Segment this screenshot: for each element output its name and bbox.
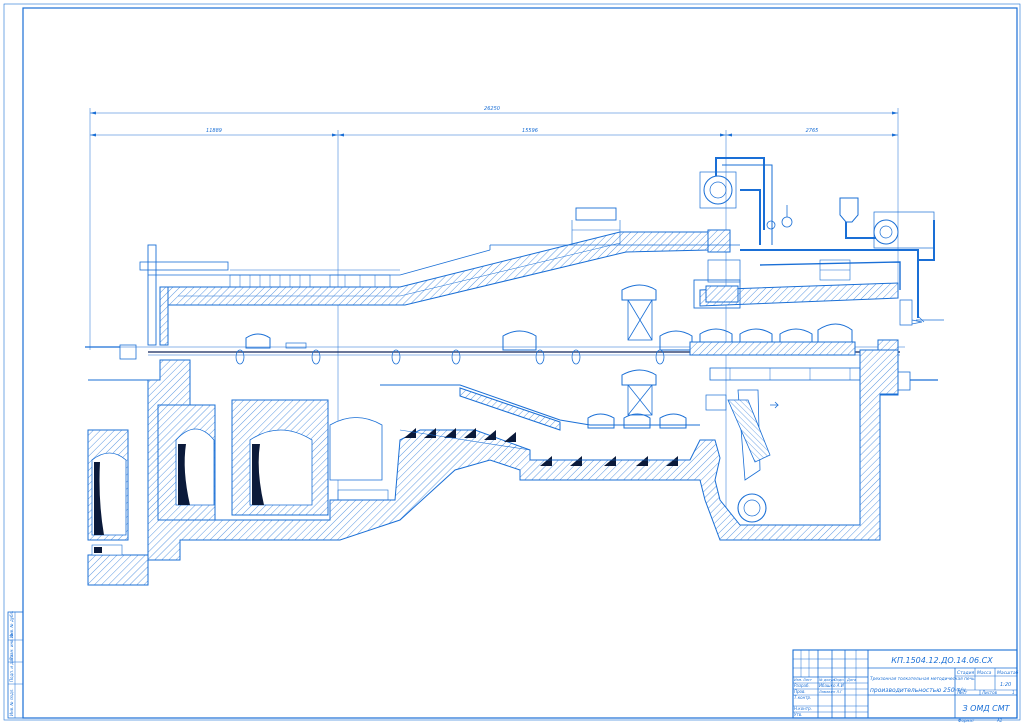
furnace-roof — [148, 229, 899, 346]
sheets-value: 1 — [1012, 690, 1015, 695]
role-2: Т.контр. — [794, 695, 811, 700]
top-grating — [229, 274, 391, 288]
drawing-designation: КП.1504.12.ДО.14.06.СХ — [891, 656, 993, 665]
furnace-drawing: Инв. № подл. Подп. и дата Взам. инв. № И… — [3, 3, 1021, 723]
scale-header: Масштаб — [997, 670, 1019, 676]
dim-section-1: 11889 — [206, 128, 222, 134]
drawing-title-line1: Трехзонная толкательная методическая печ… — [870, 676, 975, 682]
role-3: Н.контр. — [794, 706, 812, 711]
top-structure — [139, 207, 621, 346]
drawing-title-line2: производительностью 250 т/ч — [870, 687, 966, 694]
dim-section-2: 15596 — [522, 128, 538, 134]
sheet-label: Лист — [956, 690, 968, 695]
organization: З ОМД СМТ — [962, 704, 1010, 713]
format-label: Формат — [958, 718, 975, 723]
dim-overall: 26250 — [484, 106, 500, 112]
role-0-name: Ибашко А.И — [819, 683, 844, 688]
stage-header: Стадия — [957, 670, 975, 676]
side-stamp-strip: Инв. № подл. Подп. и дата Взам. инв. № И… — [7, 611, 24, 719]
role-1-name: Ламакин Л.Г — [818, 690, 843, 694]
mass-header: Масса — [977, 670, 992, 676]
format-value: А1 — [996, 718, 1002, 723]
side-stamp-0: Инв. № подл. — [9, 688, 14, 716]
sheets-label: Листов — [981, 690, 998, 695]
title-block: Изм. Лист № докум. Подп. Дата Разраб. Иб… — [792, 649, 1019, 723]
scale-value: 1:20 — [1000, 682, 1011, 688]
col-header-date: Дата — [846, 678, 856, 682]
side-stamp-3: Инв. № дубл. — [9, 611, 14, 638]
role-4: Утв. — [794, 712, 802, 717]
dim-section-3: 2765 — [806, 128, 819, 134]
roof-burners — [245, 284, 853, 429]
col-header-sign: Подп. — [834, 678, 845, 682]
discharge-end — [689, 339, 938, 396]
col-header-izm: Изм. — [794, 678, 802, 682]
role-1: Пров. — [794, 689, 806, 694]
col-header-list: Лист — [802, 678, 813, 682]
role-0: Разраб. — [794, 683, 810, 688]
